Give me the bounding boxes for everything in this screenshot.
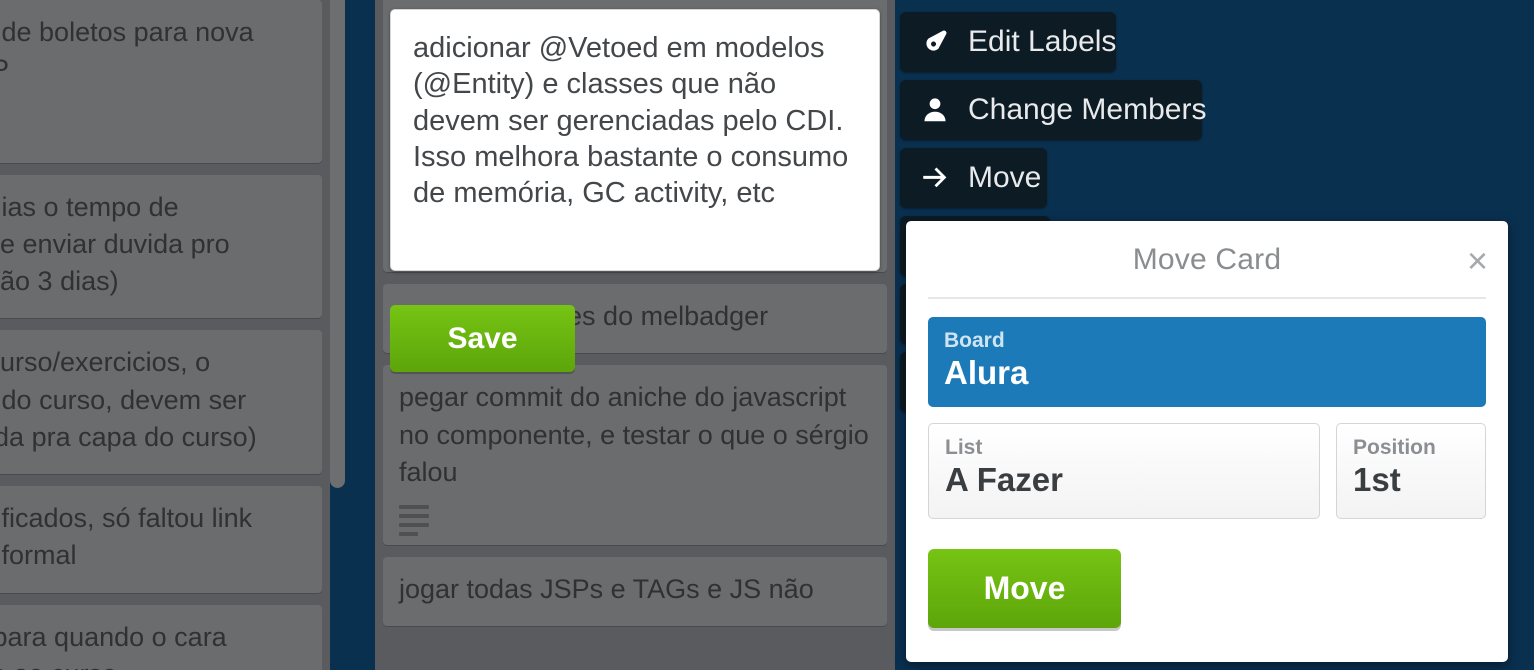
save-button[interactable]: Save: [390, 305, 575, 372]
card-title: 2 dias o tempo de s de enviar duvida pro…: [0, 191, 230, 297]
person-icon: [924, 98, 946, 122]
dialog-title: Move Card: [928, 221, 1486, 299]
description-icon: [399, 505, 429, 536]
trello-board-screen: lor de boletos para nova DIP 2 dias o te…: [0, 0, 1534, 670]
list-item[interactable]: lor de boletos para nova DIP: [0, 0, 322, 163]
list-column-left: lor de boletos para nova DIP 2 dias o te…: [0, 0, 330, 670]
edit-labels-label: Edit Labels: [968, 25, 1117, 58]
card-title: ertificados, só faltou link do formal: [0, 503, 253, 571]
move-card-dialog: Move Card × Board Alura List A Fazer Pos…: [906, 221, 1508, 662]
tag-icon: [926, 30, 947, 51]
card-title: el para quando o cara sso ao curso: [0, 621, 227, 670]
arrow-right-icon: [923, 167, 947, 188]
board-value: Alura: [944, 354, 1029, 392]
position-label: Position: [1353, 436, 1436, 459]
list-value: A Fazer: [945, 461, 1063, 499]
board-selector[interactable]: Board Alura: [928, 317, 1486, 407]
position-selector[interactable]: Position 1st: [1336, 423, 1486, 519]
list-scrollbar-left[interactable]: [330, 0, 345, 488]
list-item[interactable]: pegar commit do aniche do javascript no …: [383, 365, 887, 545]
position-value: 1st: [1353, 461, 1401, 499]
card-title-input[interactable]: [390, 9, 880, 271]
change-members-button[interactable]: Change Members: [900, 80, 1206, 140]
list-item[interactable]: o curso/exercicios, o ne do curso, devem…: [0, 330, 322, 474]
card-title: jogar todas JSPs e TAGs e JS não: [399, 574, 814, 604]
list-label: List: [945, 436, 983, 459]
list-item[interactable]: jogar todas JSPs e TAGs e JS não: [383, 557, 887, 627]
move-button[interactable]: Move: [900, 148, 1047, 208]
move-confirm-button[interactable]: Move: [928, 549, 1121, 628]
list-item[interactable]: el para quando o cara sso ao curso: [0, 604, 322, 670]
card-title: lor de boletos para nova DIP: [0, 17, 254, 85]
list-item[interactable]: ertificados, só faltou link do formal: [0, 486, 322, 593]
list-selector[interactable]: List A Fazer: [928, 423, 1320, 519]
board-label: Board: [944, 329, 1005, 352]
edit-labels-button[interactable]: Edit Labels: [900, 12, 1116, 72]
move-label: Move: [968, 161, 1042, 194]
card-title: pegar commit do aniche do javascript no …: [399, 382, 869, 487]
list-position-row: List A Fazer Position 1st: [928, 423, 1486, 519]
change-members-label: Change Members: [968, 93, 1207, 126]
list-item[interactable]: 2 dias o tempo de s de enviar duvida pro…: [0, 174, 322, 319]
close-icon[interactable]: ×: [1467, 243, 1488, 279]
card-title: o curso/exercicios, o ne do curso, devem…: [0, 347, 257, 452]
